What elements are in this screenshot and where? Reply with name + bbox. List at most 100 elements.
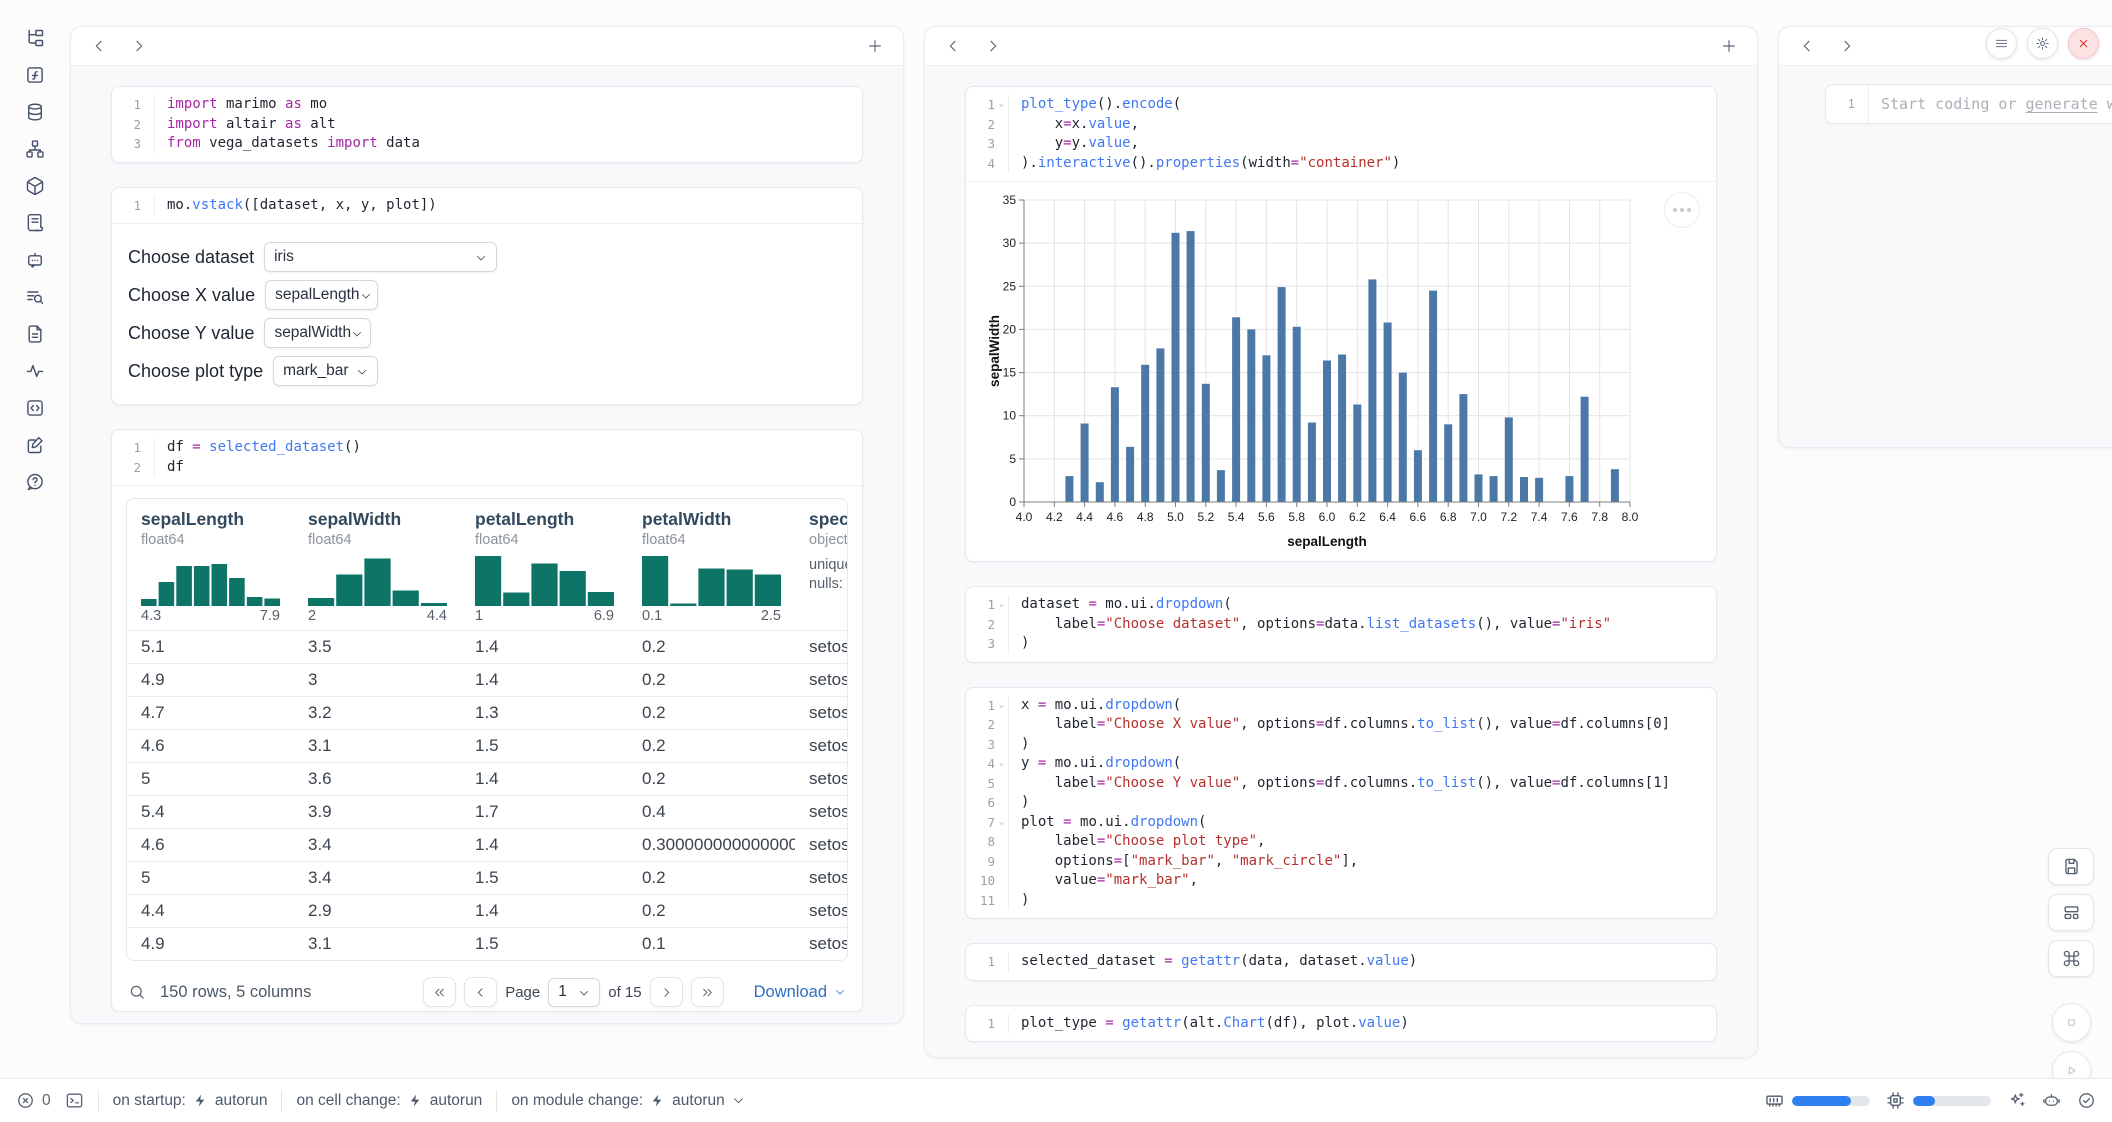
generate-link[interactable]: generate: [2026, 95, 2098, 113]
column-prev-button[interactable]: [945, 38, 961, 54]
code-placeholder[interactable]: Start coding or generate with AI: [1869, 95, 2112, 113]
dropdown-select-choose-x-value[interactable]: sepalLength: [265, 280, 378, 310]
fold-chevron-icon[interactable]: ⌄: [995, 696, 1008, 716]
column-next-button[interactable]: [1839, 38, 1855, 54]
snippets-icon[interactable]: [25, 324, 45, 344]
dropdown-value: iris: [274, 248, 294, 266]
svg-text:15: 15: [1003, 366, 1017, 380]
imports-cell-editor[interactable]: 1import marimo as mo2import altair as al…: [112, 87, 862, 162]
column-next-button[interactable]: [985, 38, 1001, 54]
table-row[interactable]: 5.13.51.40.2setosa: [127, 630, 847, 663]
dependency-graph-icon[interactable]: [25, 139, 45, 159]
line-number: 10: [966, 871, 1009, 891]
selected-dataset-cell-editor[interactable]: 1selected_dataset = getattr(data, datase…: [966, 944, 1716, 980]
table-row[interactable]: 4.42.91.40.2setosa: [127, 894, 847, 927]
chart-output: 4.04.24.44.64.85.05.25.45.65.86.06.26.46…: [966, 181, 1716, 561]
add-cell-button[interactable]: [1721, 38, 1737, 54]
chatbot-icon[interactable]: [25, 250, 45, 270]
code-line: plot_type = getattr(alt.Chart(df), plot.…: [1009, 1014, 1409, 1034]
dropdown-select-choose-dataset[interactable]: iris: [264, 242, 497, 272]
prev-page-button[interactable]: [464, 977, 497, 1007]
svg-text:4.6: 4.6: [1107, 510, 1124, 524]
new-cell[interactable]: 1Start coding or generate with AI: [1825, 84, 2112, 124]
column-dtype: float64: [642, 532, 781, 548]
ai-features-button[interactable]: [2007, 1091, 2026, 1110]
shutdown-button[interactable]: [2068, 28, 2099, 59]
page-select[interactable]: 1: [548, 978, 600, 1007]
dropdown-select-choose-y-value[interactable]: sepalWidth: [264, 318, 371, 348]
error-count-button[interactable]: 0: [16, 1091, 51, 1110]
table-row[interactable]: 4.63.41.40.30000000000000004setosa: [127, 828, 847, 861]
last-page-button[interactable]: [691, 977, 724, 1007]
add-cell-button[interactable]: [867, 38, 883, 54]
column-dtype: float64: [141, 532, 280, 548]
search-list-icon[interactable]: [25, 287, 45, 307]
plot-type-cell-editor[interactable]: 1plot_type = getattr(alt.Chart(df), plot…: [966, 1006, 1716, 1042]
table-row[interactable]: 4.931.40.2setosa: [127, 663, 847, 696]
terminal-button[interactable]: [65, 1091, 84, 1110]
chart-options-button[interactable]: [1664, 192, 1700, 228]
assistant-button[interactable]: [2042, 1091, 2061, 1110]
stop-button[interactable]: [2052, 1003, 2091, 1042]
save-button[interactable]: [2048, 848, 2094, 885]
scroll-icon[interactable]: [25, 213, 45, 233]
vstack-cell-editor[interactable]: 1mo.vstack([dataset, x, y, plot]): [112, 188, 862, 224]
first-page-button[interactable]: [423, 977, 456, 1007]
xy-plot-dropdown-cell-editor[interactable]: 1⌄x = mo.ui.dropdown(2 label="Choose X v…: [966, 688, 1716, 919]
table-row[interactable]: 53.41.50.2setosa: [127, 861, 847, 894]
command-palette-button[interactable]: [2048, 940, 2094, 977]
runtime-label: on cell change:: [296, 1092, 400, 1110]
table-row[interactable]: 4.73.21.30.2setosa: [127, 696, 847, 729]
table-row[interactable]: 5.43.91.70.4setosa: [127, 795, 847, 828]
file-tree-icon[interactable]: [25, 28, 45, 48]
fold-chevron-icon[interactable]: ⌄: [995, 95, 1008, 115]
runtime-config-2[interactable]: on cell change:autorun: [296, 1092, 482, 1110]
code-icon[interactable]: [25, 398, 45, 418]
dataframe-cell-editor[interactable]: 1df = selected_dataset()2df: [112, 430, 862, 485]
column-prev-button[interactable]: [1799, 38, 1815, 54]
settings-button[interactable]: [2027, 28, 2058, 59]
code-line: x=x.value,: [1009, 115, 1139, 135]
fold-chevron-icon[interactable]: ⌄: [995, 595, 1008, 615]
line-number: 7⌄: [966, 813, 1009, 833]
download-button[interactable]: Download: [754, 983, 846, 1002]
code-line: ): [1009, 891, 1029, 911]
column-prev-button[interactable]: [91, 38, 107, 54]
row-count-summary: 150 rows, 5 columns: [160, 983, 311, 1002]
layout-button[interactable]: [2048, 894, 2094, 931]
table-column-header[interactable]: petalLengthfloat6416.9: [461, 499, 628, 630]
package-icon[interactable]: [25, 176, 45, 196]
page-total-label: of 15: [608, 984, 641, 1001]
menu-button[interactable]: [1986, 28, 2017, 59]
runtime-config-3[interactable]: on module change:autorun: [511, 1092, 744, 1110]
tracing-icon[interactable]: [25, 361, 45, 381]
svg-text:20: 20: [1003, 322, 1017, 336]
help-icon[interactable]: [25, 472, 45, 492]
fold-chevron-icon[interactable]: ⌄: [995, 754, 1008, 774]
fold-chevron-icon[interactable]: ⌄: [995, 813, 1008, 833]
line-number: 2: [966, 615, 1009, 635]
table-column-header[interactable]: petalWidthfloat640.12.5: [628, 499, 795, 630]
search-icon[interactable]: [128, 983, 146, 1001]
table-cell: 4.7: [127, 703, 294, 723]
column-next-button[interactable]: [131, 38, 147, 54]
database-icon[interactable]: [25, 102, 45, 122]
function-icon[interactable]: [25, 65, 45, 85]
table-row[interactable]: 4.93.11.50.1setosa: [127, 927, 847, 960]
dataset-dropdown-cell-editor[interactable]: 1⌄dataset = mo.ui.dropdown(2 label="Choo…: [966, 587, 1716, 662]
plot-cell-editor[interactable]: 1⌄plot_type().encode(2 x=x.value,3 y=y.v…: [966, 87, 1716, 181]
table-row[interactable]: 53.61.40.2setosa: [127, 762, 847, 795]
next-page-button[interactable]: [650, 977, 683, 1007]
table-column-header[interactable]: sepalLengthfloat644.37.9: [127, 499, 294, 630]
dropdown-select-choose-plot-type[interactable]: mark_bar: [273, 356, 378, 386]
table-cell: 0.2: [628, 769, 795, 789]
table-cell: 0.2: [628, 637, 795, 657]
table-column-header[interactable]: sepalWidthfloat6424.4: [294, 499, 461, 630]
col-min: 1: [475, 608, 483, 624]
dropdown-row: Choose X valuesepalLength: [128, 280, 846, 310]
scratchpad-icon[interactable]: [25, 435, 45, 455]
table-row[interactable]: 4.63.11.50.2setosa: [127, 729, 847, 762]
table-column-header[interactable]: speciesobjectunique:nulls:: [795, 499, 847, 630]
connection-status-button[interactable]: [2077, 1091, 2096, 1110]
runtime-config-1[interactable]: on startup:autorun: [113, 1092, 268, 1110]
